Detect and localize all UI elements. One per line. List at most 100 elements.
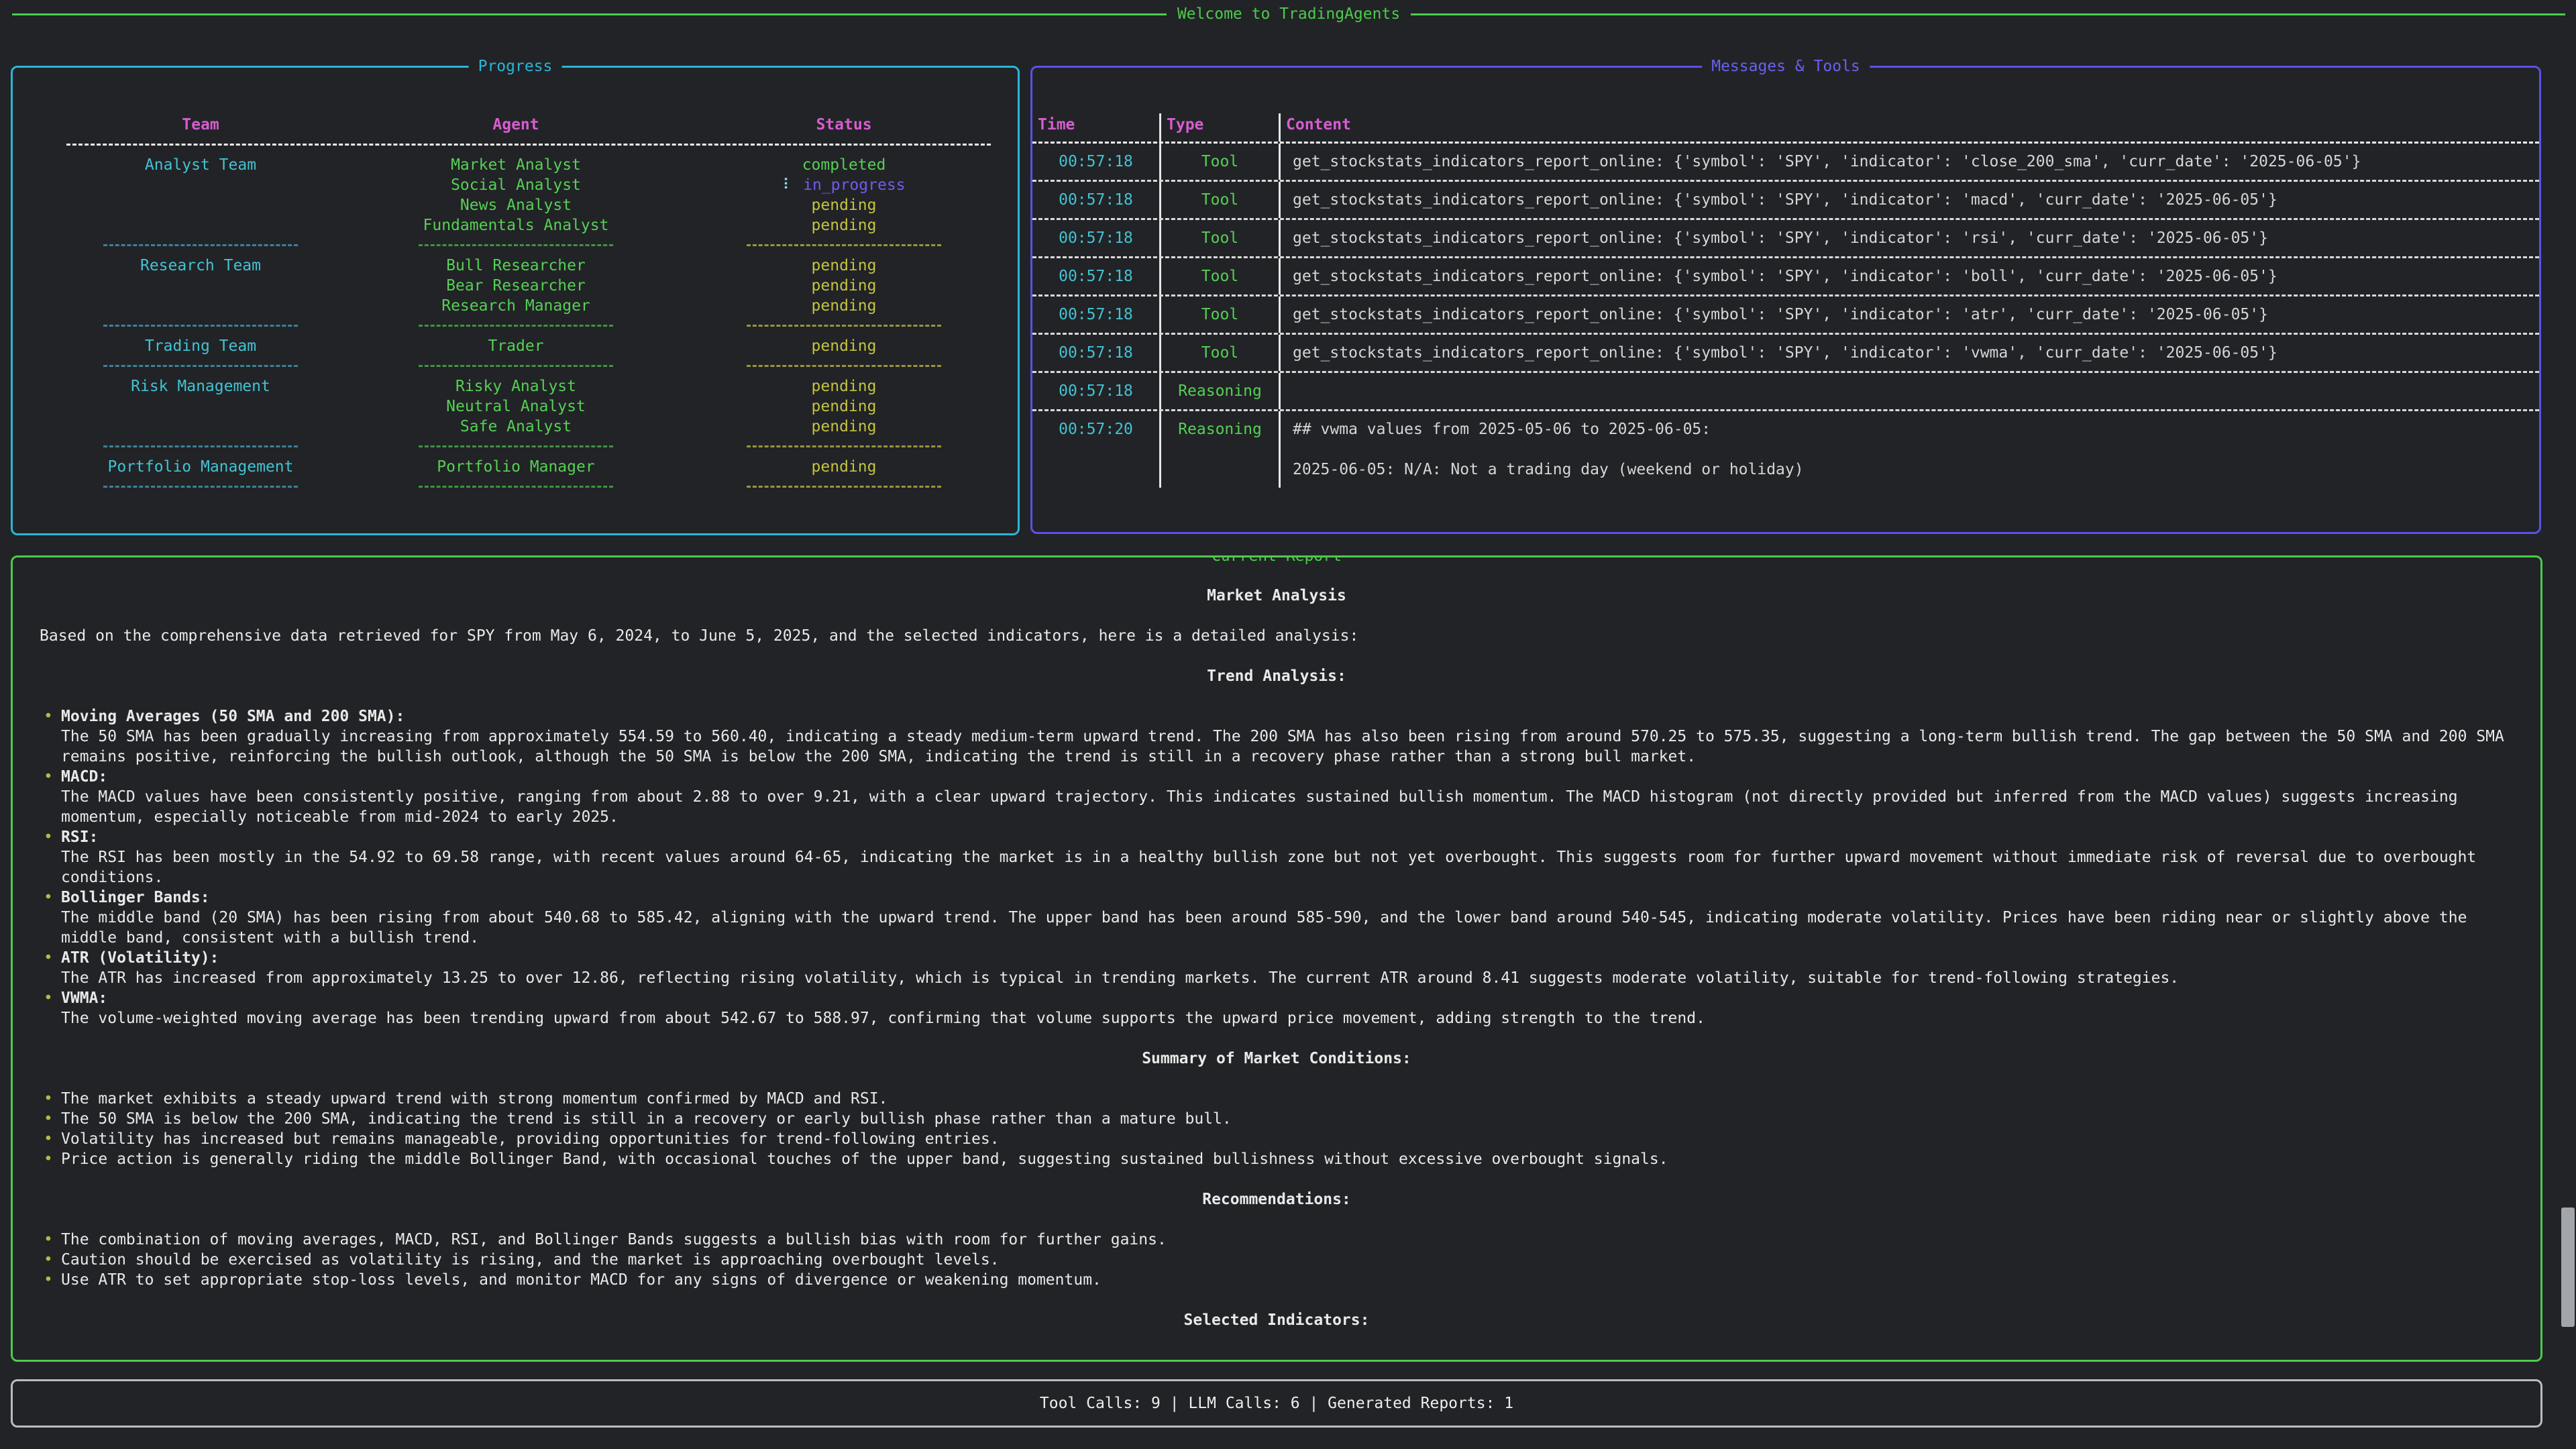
- section-separator: [66, 235, 991, 256]
- report-bullet: •MACD:The MACD values have been consiste…: [40, 767, 2514, 827]
- bullet-text: Price action is generally riding the mid…: [61, 1150, 1668, 1168]
- message-row: 00:57:18 Tool get_stockstats_indicators_…: [1032, 182, 2539, 220]
- message-row: 00:57:18 Tool get_stockstats_indicators_…: [1032, 297, 2539, 335]
- status-badge: pending: [697, 256, 991, 276]
- agent-name: Bull Researcher: [335, 256, 697, 276]
- section-separator: [66, 477, 991, 497]
- report-section-heading: Recommendations:: [40, 1189, 2514, 1210]
- status-badge: pending: [697, 276, 991, 296]
- progress-panel-title: Progress: [469, 56, 562, 76]
- section-separator: [66, 356, 991, 376]
- bullet-icon: •: [44, 1250, 53, 1270]
- report-bullet: •Price action is generally riding the mi…: [40, 1149, 2514, 1169]
- report-bullet: • The market exhibits a steady upward tre…: [40, 1089, 2514, 1109]
- status-badge: pending: [697, 396, 991, 417]
- team-name: [66, 276, 335, 296]
- bullet-text: The MACD values have been consistently p…: [61, 788, 2458, 826]
- status-badge: ⠇ in_progress: [697, 175, 991, 195]
- message-time: 00:57:18: [1032, 220, 1161, 256]
- report-bullet: •Use ATR to set appropriate stop-loss le…: [40, 1270, 2514, 1290]
- report-bullet: •Moving Averages (50 SMA and 200 SMA):Th…: [40, 706, 2514, 767]
- message-time: 00:57:20: [1032, 411, 1161, 488]
- footer-stats: Tool Calls: 9 | LLM Calls: 6 | Generated…: [1040, 1393, 1513, 1413]
- bullet-icon: •: [44, 988, 53, 1008]
- agent-name: Market Analyst: [335, 155, 697, 175]
- message-type: Reasoning: [1161, 373, 1281, 409]
- agent-name: Social Analyst: [335, 175, 697, 195]
- agent-name: Fundamentals Analyst: [335, 215, 697, 235]
- message-row: 00:57:18 Tool get_stockstats_indicators_…: [1032, 335, 2539, 373]
- report-section-heading: Summary of Market Conditions:: [40, 1049, 2514, 1069]
- progress-header-rule: [66, 144, 991, 146]
- spinner-icon: ⠇: [782, 176, 794, 194]
- app-title: Welcome to TradingAgents: [1167, 4, 1411, 24]
- message-time: 00:57:18: [1032, 144, 1161, 180]
- status-badge: pending: [697, 215, 991, 235]
- agent-name: Safe Analyst: [335, 417, 697, 437]
- bullet-text: Caution should be exercised as volatilit…: [61, 1251, 1000, 1269]
- status-badge: pending: [697, 417, 991, 437]
- message-content: get_stockstats_indicators_report_online:…: [1281, 297, 2539, 333]
- progress-row: Bear Researcher pending: [66, 276, 991, 296]
- bullet-icon: •: [44, 888, 53, 908]
- bullet-icon: •: [44, 1230, 53, 1250]
- report-panel-title: Current Report: [1202, 555, 1351, 566]
- message-time: 00:57:18: [1032, 373, 1161, 409]
- bullet-label: ATR (Volatility):: [61, 948, 2514, 968]
- status-badge: pending: [697, 336, 991, 356]
- message-row: 00:57:18 Reasoning: [1032, 373, 2539, 411]
- agent-name: Bear Researcher: [335, 276, 697, 296]
- progress-row: Portfolio Management Portfolio Manager p…: [66, 457, 991, 477]
- messages-col-type: Type: [1161, 113, 1281, 142]
- bullet-icon: •: [44, 1089, 53, 1109]
- message-content: ## vwma values from 2025-05-06 to 2025-0…: [1281, 411, 2539, 488]
- scrollbar-thumb[interactable]: [2561, 1208, 2575, 1327]
- messages-panel: Messages & Tools TimeTypeContent 00:57:1…: [1030, 66, 2541, 534]
- messages-panel-title: Messages & Tools: [1702, 56, 1870, 76]
- agent-name: News Analyst: [335, 195, 697, 215]
- message-type: Tool: [1161, 220, 1281, 256]
- progress-row: Social Analyst ⠇ in_progress: [66, 175, 991, 195]
- agent-name: Neutral Analyst: [335, 396, 697, 417]
- bullet-icon: •: [44, 948, 53, 968]
- bullet-icon: •: [44, 827, 53, 847]
- agent-name: Research Manager: [335, 296, 697, 316]
- progress-col-team: Team: [66, 115, 335, 135]
- report-section-heading: Selected Indicators:: [40, 1310, 2514, 1330]
- progress-header-row: TeamAgentStatus: [66, 115, 991, 135]
- report-bullet: • RSI:The RSI has been mostly in the 54.9…: [40, 827, 2514, 888]
- progress-row: Fundamentals Analyst pending: [66, 215, 991, 235]
- team-name: Research Team: [66, 256, 335, 276]
- message-content: get_stockstats_indicators_report_online:…: [1281, 258, 2539, 294]
- welcome-header: Welcome to TradingAgents: [12, 4, 2565, 24]
- progress-row: News Analyst pending: [66, 195, 991, 215]
- message-content: get_stockstats_indicators_report_online:…: [1281, 144, 2539, 180]
- message-row: 00:57:20 Reasoning ## vwma values from 2…: [1032, 411, 2539, 488]
- bullet-label: VWMA:: [61, 988, 2514, 1008]
- bullet-text: The RSI has been mostly in the 54.92 to …: [61, 849, 2476, 886]
- bullet-text: The market exhibits a steady upward tren…: [61, 1090, 888, 1108]
- message-content: get_stockstats_indicators_report_online:…: [1281, 220, 2539, 256]
- team-name: Risk Management: [66, 376, 335, 396]
- team-name: [66, 195, 335, 215]
- team-name: [66, 396, 335, 417]
- bullet-text: The 50 SMA is below the 200 SMA, indicat…: [61, 1110, 1232, 1128]
- bullet-icon: •: [44, 767, 53, 787]
- messages-col-time: Time: [1032, 113, 1161, 142]
- bullet-label: RSI:: [61, 827, 2514, 847]
- bullet-text: The combination of moving averages, MACD…: [61, 1231, 1167, 1248]
- bullet-text: The 50 SMA has been gradually increasing…: [61, 728, 2504, 765]
- messages-col-content: Content: [1281, 113, 2539, 142]
- message-time: 00:57:18: [1032, 335, 1161, 371]
- message-content: get_stockstats_indicators_report_online:…: [1281, 182, 2539, 218]
- progress-col-agent: Agent: [335, 115, 697, 135]
- bullet-icon: •: [44, 706, 53, 727]
- section-separator: [66, 437, 991, 457]
- progress-row: Trading Team Trader pending: [66, 336, 991, 356]
- progress-row: Neutral Analyst pending: [66, 396, 991, 417]
- report-title: Market Analysis: [40, 586, 2514, 606]
- section-separator: [66, 316, 991, 336]
- bullet-icon: •: [44, 1270, 53, 1290]
- footer-stats-panel: Tool Calls: 9 | LLM Calls: 6 | Generated…: [11, 1379, 2542, 1428]
- message-time: 00:57:18: [1032, 182, 1161, 218]
